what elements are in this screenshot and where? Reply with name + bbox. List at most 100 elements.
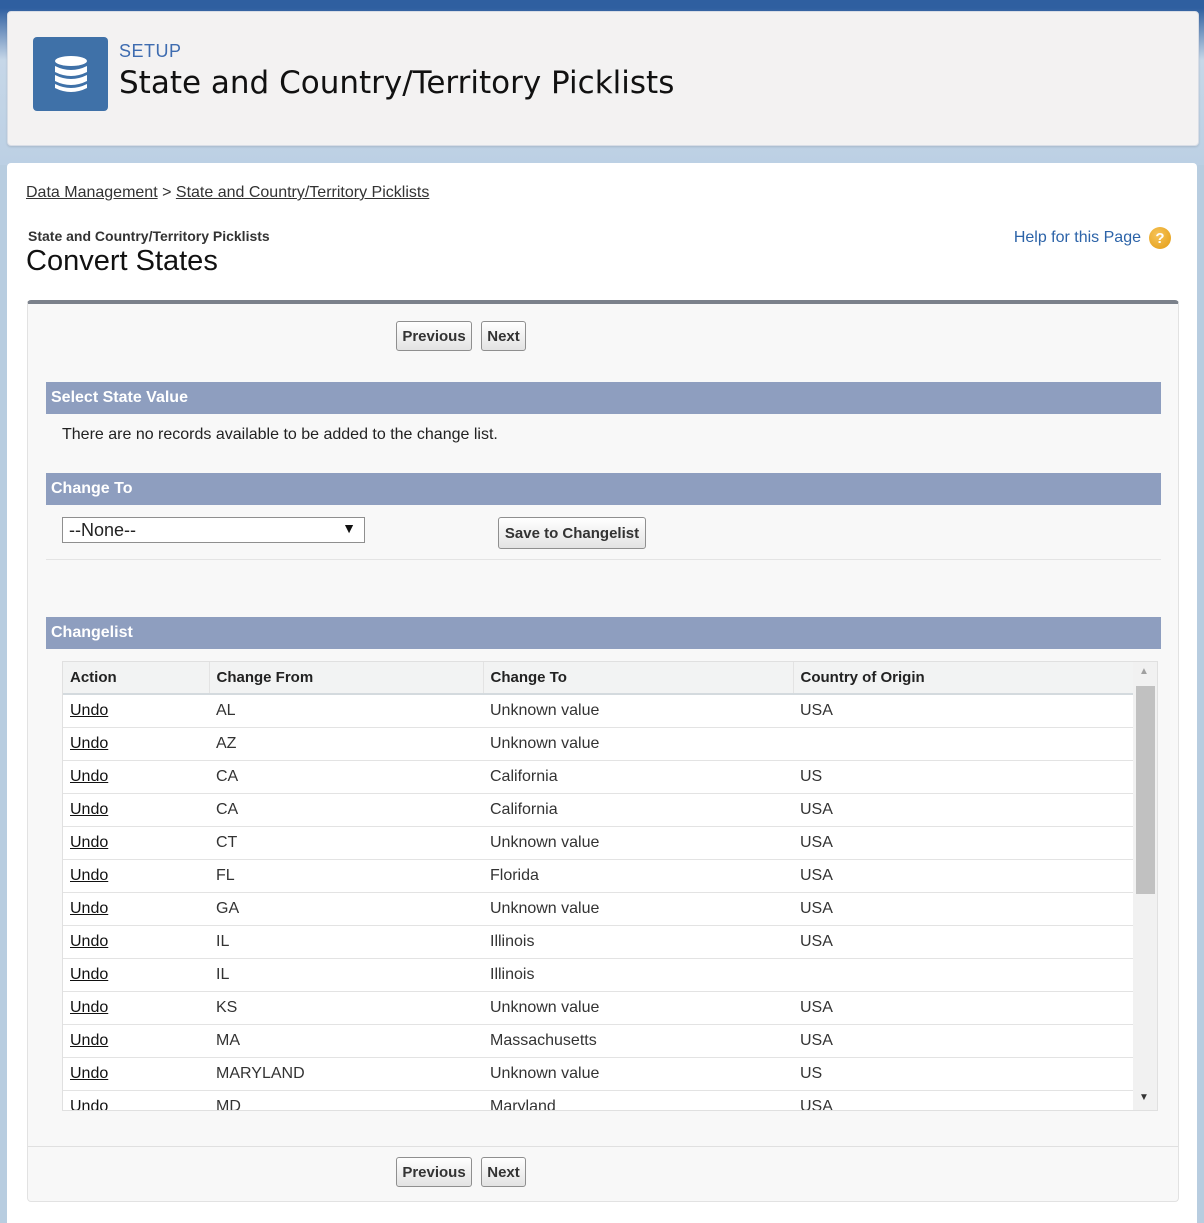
convert-panel: Previous Next Select State Value There a… [27,300,1179,1202]
change-from-cell: CA [209,793,483,827]
table-header-row: Action Change From Change To Country of … [63,662,1135,695]
header-title: State and Country/Territory Picklists [119,65,675,101]
column-change-from: Change From [209,662,484,695]
table-row: Undo IL Illinois USA [63,925,1134,959]
help-link[interactable]: Help for this Page ? [1014,227,1171,249]
scrollbar-thumb[interactable] [1136,686,1155,894]
breadcrumb-picklists[interactable]: State and Country/Territory Picklists [176,184,429,201]
country-of-origin-cell: USA [793,1090,1134,1110]
undo-link[interactable]: Undo [70,1098,108,1111]
change-from-cell: AZ [209,727,483,761]
change-to-cell: Unknown value [483,1057,793,1091]
action-cell[interactable]: Undo [63,826,209,860]
country-of-origin-cell: USA [793,925,1134,959]
action-cell[interactable]: Undo [63,958,209,992]
undo-link[interactable]: Undo [70,1032,108,1049]
help-icon[interactable]: ? [1149,227,1171,249]
table-scrollbar[interactable]: ▲ ▼ [1133,662,1157,1110]
database-icon [33,37,108,111]
select-state-header: Select State Value [46,382,1161,414]
change-to-cell: Unknown value [483,991,793,1025]
table-row: Undo CA California US [63,760,1134,794]
table-row: Undo CT Unknown value USA [63,826,1134,860]
changelist-table: Action Change From Change To Country of … [63,662,1135,1111]
next-button-bottom[interactable]: Next [481,1157,526,1187]
page-subtitle: State and Country/Territory Picklists [28,228,270,244]
action-cell[interactable]: Undo [63,925,209,959]
help-label[interactable]: Help for this Page [1014,229,1141,247]
table-row: Undo MA Massachusetts USA [63,1024,1134,1058]
breadcrumb: Data Management > State and Country/Terr… [26,184,429,202]
undo-link[interactable]: Undo [70,735,108,752]
undo-link[interactable]: Undo [70,966,108,983]
change-to-cell: Illinois [483,958,793,992]
undo-link[interactable]: Undo [70,867,108,884]
breadcrumb-separator: > [162,184,172,201]
country-of-origin-cell: USA [793,826,1134,860]
table-row: Undo FL Florida USA [63,859,1134,893]
change-to-select[interactable]: --None-- ▼ [62,517,365,543]
undo-link[interactable]: Undo [70,834,108,851]
previous-button-top[interactable]: Previous [396,321,472,351]
change-to-cell: California [483,760,793,794]
change-from-cell: FL [209,859,483,893]
no-records-message: There are no records available to be add… [62,426,498,443]
action-cell[interactable]: Undo [63,1090,209,1111]
country-of-origin-cell: USA [793,991,1134,1025]
main-content: Data Management > State and Country/Terr… [7,163,1197,1223]
change-from-cell: MD [209,1090,483,1110]
previous-button-bottom[interactable]: Previous [396,1157,472,1187]
save-to-changelist-button[interactable]: Save to Changelist [498,517,646,549]
change-to-header: Change To [46,473,1161,505]
undo-link[interactable]: Undo [70,801,108,818]
breadcrumb-data-management[interactable]: Data Management [26,184,158,201]
next-button-top[interactable]: Next [481,321,526,351]
action-cell[interactable]: Undo [63,793,209,827]
change-from-cell: IL [209,958,483,992]
table-row: Undo MD Maryland USA [63,1090,1134,1111]
table-row: Undo AL Unknown value USA [63,694,1134,728]
column-change-to: Change To [483,662,794,695]
column-country-of-origin: Country of Origin [793,662,1135,695]
page-title: Convert States [26,245,218,277]
change-to-cell: Florida [483,859,793,893]
table-row: Undo AZ Unknown value [63,727,1134,761]
action-cell[interactable]: Undo [63,727,209,761]
action-cell[interactable]: Undo [63,859,209,893]
action-cell[interactable]: Undo [63,892,209,926]
action-cell[interactable]: Undo [63,991,209,1025]
change-to-cell: Unknown value [483,727,793,761]
change-to-cell: Massachusetts [483,1024,793,1058]
undo-link[interactable]: Undo [70,933,108,950]
change-to-cell: California [483,793,793,827]
action-cell[interactable]: Undo [63,1057,209,1091]
table-row: Undo KS Unknown value USA [63,991,1134,1025]
change-from-cell: MARYLAND [209,1057,483,1091]
action-cell[interactable]: Undo [63,694,209,728]
change-from-cell: KS [209,991,483,1025]
change-from-cell: GA [209,892,483,926]
action-cell[interactable]: Undo [63,1024,209,1058]
setup-label: SETUP [119,41,182,61]
change-from-cell: IL [209,925,483,959]
undo-link[interactable]: Undo [70,900,108,917]
country-of-origin-cell: USA [793,859,1134,893]
change-from-cell: MA [209,1024,483,1058]
change-to-selected-value: --None-- [69,519,137,540]
undo-link[interactable]: Undo [70,768,108,785]
country-of-origin-cell: USA [793,1024,1134,1058]
table-row: Undo MARYLAND Unknown value US [63,1057,1134,1091]
changelist-table-container[interactable]: Action Change From Change To Country of … [62,661,1158,1111]
change-from-cell: CA [209,760,483,794]
table-row: Undo IL Illinois [63,958,1134,992]
undo-link[interactable]: Undo [70,999,108,1016]
action-cell[interactable]: Undo [63,760,209,794]
country-of-origin-cell: US [793,1057,1134,1091]
undo-link[interactable]: Undo [70,1065,108,1082]
change-from-cell: CT [209,826,483,860]
section-divider [46,559,1161,560]
change-from-cell: AL [209,694,483,728]
scroll-down-icon[interactable]: ▼ [1139,1092,1149,1103]
undo-link[interactable]: Undo [70,702,108,719]
scroll-up-icon[interactable]: ▲ [1139,666,1149,677]
